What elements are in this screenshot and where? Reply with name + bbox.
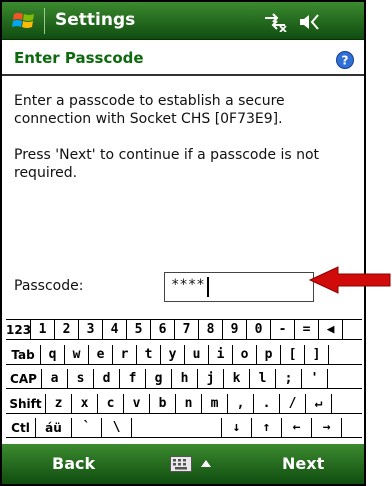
keyboard-key[interactable]: 4 xyxy=(103,320,127,340)
back-button[interactable]: Back xyxy=(52,454,95,473)
keyboard-key[interactable]: ↑ xyxy=(252,418,282,438)
space-key[interactable] xyxy=(132,418,222,438)
keyboard-key[interactable]: 123 xyxy=(6,320,31,340)
keyboard-key[interactable]: áü xyxy=(36,418,72,438)
soft-key-bar: Back Next xyxy=(2,444,364,484)
app-title: Settings xyxy=(55,10,136,30)
keyboard-key[interactable]: 3 xyxy=(79,320,103,340)
keyboard-key[interactable]: ` xyxy=(72,418,102,438)
red-arrow-annotation xyxy=(308,266,391,294)
keyboard-key[interactable]: 8 xyxy=(199,320,223,340)
keyboard-key[interactable]: ↓ xyxy=(222,418,252,438)
keyboard-key[interactable]: s xyxy=(68,369,94,389)
keyboard-key[interactable]: 7 xyxy=(175,320,199,340)
keyboard-key[interactable]: o xyxy=(233,344,257,365)
keyboard-key[interactable]: t xyxy=(137,344,161,365)
page-header: Enter Passcode ? xyxy=(2,40,364,76)
keyboard-key[interactable]: r xyxy=(113,344,137,365)
text-caret xyxy=(207,277,209,297)
keyboard-key[interactable]: 1 xyxy=(31,320,55,340)
keyboard-key[interactable]: ← xyxy=(282,418,312,438)
speaker-icon[interactable] xyxy=(298,12,322,32)
keyboard-key[interactable]: ] xyxy=(305,344,329,365)
keyboard-key[interactable]: CAP xyxy=(6,369,42,389)
keyboard-key[interactable]: a xyxy=(42,369,68,389)
instruction-text-next: Press 'Next' to continue if a passcode i… xyxy=(14,147,320,181)
keyboard-key[interactable]: ' xyxy=(302,369,328,389)
connection-disconnected-icon[interactable] xyxy=(262,12,288,32)
keyboard-key[interactable]: f xyxy=(120,369,146,389)
help-icon[interactable]: ? xyxy=(336,51,354,69)
passcode-label: Passcode: xyxy=(14,278,84,294)
keyboard-key[interactable]: m xyxy=(202,393,228,414)
keyboard-key[interactable]: . xyxy=(254,393,280,414)
keyboard-key[interactable]: [ xyxy=(281,344,305,365)
keyboard-row: Ctl áü ` \ ↓ ↑ ← → xyxy=(6,418,362,438)
keyboard-key[interactable]: n xyxy=(176,393,202,414)
keyboard-row: CAP a s d f g h j k l; ' xyxy=(6,369,362,389)
title-separator xyxy=(44,8,45,34)
keyboard-key[interactable]: b xyxy=(150,393,176,414)
title-bar: Settings xyxy=(2,2,364,40)
keyboard-key[interactable]: k xyxy=(224,369,250,389)
keyboard-key[interactable]: q xyxy=(41,344,65,365)
keyboard-key[interactable]: Shift xyxy=(6,393,46,414)
keyboard-row: Tab q w e r t y u i o p[] xyxy=(6,344,362,365)
keyboard-key[interactable]: 0 xyxy=(247,320,271,340)
keyboard-key[interactable]: \ xyxy=(102,418,132,438)
keyboard-key[interactable]: Tab xyxy=(6,344,41,365)
keyboard-key[interactable]: i xyxy=(209,344,233,365)
windows-flag-icon[interactable] xyxy=(12,10,36,32)
instruction-text: Enter a passcode to establish a secure c… xyxy=(14,93,285,127)
keyboard-row: 123 1 2 3 4 5 6 7 8 9 0- = ◀ xyxy=(6,320,362,340)
keyboard-key[interactable]: 9 xyxy=(223,320,247,340)
keyboard-key[interactable]: g xyxy=(146,369,172,389)
keyboard-key[interactable]: w xyxy=(65,344,89,365)
keyboard-key[interactable]: l xyxy=(250,369,276,389)
keyboard-icon[interactable] xyxy=(170,456,192,472)
keyboard-key[interactable]: = xyxy=(295,320,319,340)
keyboard-row: Shift z x c v b n m,. / ↵ xyxy=(6,393,362,414)
keyboard-key[interactable]: h xyxy=(172,369,198,389)
keyboard-key[interactable]: p xyxy=(257,344,281,365)
keyboard-key[interactable]: e xyxy=(89,344,113,365)
next-button[interactable]: Next xyxy=(282,454,324,473)
soft-keyboard: 123 1 2 3 4 5 6 7 8 9 0- = ◀ Tab q w e r t y u i o p[] CAP a s d f g h… xyxy=(6,319,362,442)
keyboard-key[interactable]: ; xyxy=(276,369,302,389)
keyboard-key[interactable]: / xyxy=(280,393,306,414)
keyboard-key[interactable]: ◀ xyxy=(319,320,343,340)
keyboard-key[interactable]: u xyxy=(185,344,209,365)
keyboard-key[interactable]: - xyxy=(271,320,295,340)
keyboard-key[interactable]: v xyxy=(124,393,150,414)
keyboard-key[interactable]: c xyxy=(98,393,124,414)
keyboard-key[interactable]: j xyxy=(198,369,224,389)
page-title: Enter Passcode xyxy=(14,49,144,67)
keyboard-key[interactable]: x xyxy=(72,393,98,414)
keyboard-key[interactable]: 5 xyxy=(127,320,151,340)
keyboard-key[interactable]: d xyxy=(94,369,120,389)
chevron-up-icon[interactable] xyxy=(200,458,212,468)
keyboard-key[interactable]: → xyxy=(312,418,342,438)
device-screen: Settings Enter Passcode ? Enter a passco… xyxy=(0,0,366,486)
keyboard-key[interactable]: z xyxy=(46,393,72,414)
keyboard-key[interactable]: , xyxy=(228,393,254,414)
keyboard-key[interactable]: 2 xyxy=(55,320,79,340)
keyboard-key[interactable]: y xyxy=(161,344,185,365)
svg-text:?: ? xyxy=(342,54,349,68)
keyboard-key[interactable]: Ctl xyxy=(6,418,36,438)
passcode-input[interactable]: **** xyxy=(164,272,314,302)
instructions: Enter a passcode to establish a secure c… xyxy=(14,92,359,200)
keyboard-key[interactable]: ↵ xyxy=(306,393,332,414)
keyboard-key[interactable]: 6 xyxy=(151,320,175,340)
